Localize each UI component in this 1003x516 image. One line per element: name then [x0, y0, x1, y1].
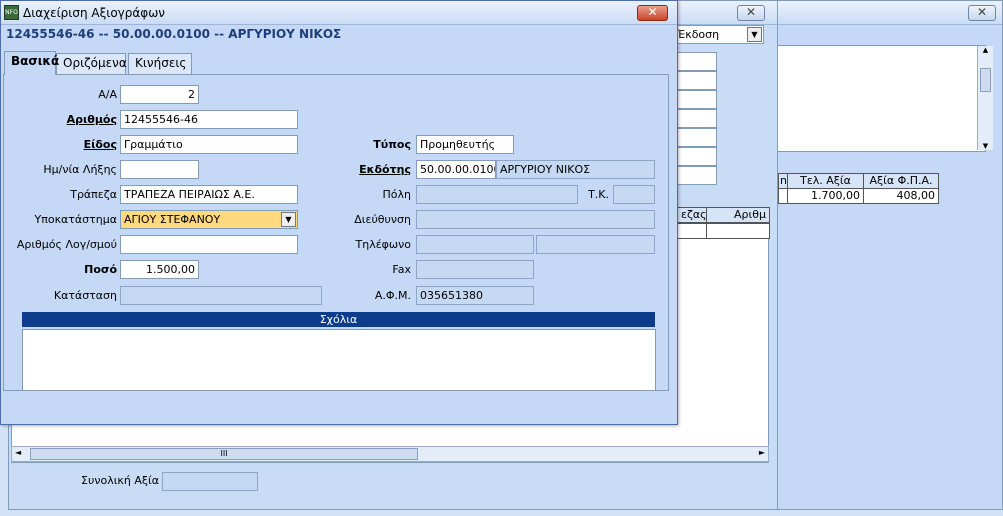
- scroll-thumb[interactable]: [980, 68, 991, 92]
- grid2-cell-2[interactable]: [706, 223, 770, 239]
- address-label: Διεύθυνση: [354, 213, 411, 226]
- branch-select-value: ΑΓΙΟΥ ΣΤΕΦΑΝΟΥ: [124, 213, 221, 226]
- background-field-5[interactable]: [673, 128, 717, 147]
- due-date-label: Ημ/νία Λήξης: [43, 163, 117, 176]
- background-field-3[interactable]: [673, 90, 717, 109]
- zip-label: Τ.Κ.: [588, 188, 609, 201]
- grid2-header-2[interactable]: Αριθμ: [706, 207, 770, 223]
- issuer-name-field[interactable]: ΑΡΓΥΡΙΟΥ ΝΙΚΟΣ: [496, 160, 655, 179]
- grid1-cell-3[interactable]: 408,00: [863, 188, 939, 204]
- close-button[interactable]: ✕: [637, 5, 668, 21]
- background-select-value: Έκδοση: [677, 28, 720, 41]
- city-field[interactable]: [416, 185, 578, 204]
- scroll-right-icon[interactable]: ►: [759, 448, 765, 457]
- record-header: 12455546-46 -- 50.00.00.0100 -- ΑΡΓΥΡΙΟΥ…: [6, 27, 342, 41]
- branch-label: Υποκατάστημα: [34, 213, 118, 226]
- background-hscroll[interactable]: ◄ III ►: [11, 446, 769, 462]
- background-right-close-button[interactable]: ✕: [968, 5, 996, 21]
- scroll-up-icon[interactable]: ▲: [978, 46, 993, 54]
- kind-label: Είδος: [83, 138, 117, 151]
- dialog-title: Διαχείριση Αξιογράφων: [23, 6, 165, 20]
- background-field-6[interactable]: [673, 147, 717, 166]
- grid1-cell-2[interactable]: 1.700,00: [787, 188, 864, 204]
- fax-field[interactable]: [416, 260, 534, 279]
- dialog-titlebar[interactable]: NFO Διαχείριση Αξιογράφων ✕: [1, 1, 677, 25]
- background-right-titlebar: [761, 1, 1002, 25]
- zip-field[interactable]: [613, 185, 655, 204]
- phone-label: Τηλέφωνο: [355, 238, 412, 251]
- tab-movements[interactable]: Κινήσεις: [128, 53, 192, 74]
- background-field-2[interactable]: [673, 71, 717, 90]
- grid1-header-3[interactable]: Αξία Φ.Π.Α.: [863, 173, 939, 189]
- due-date-field[interactable]: [120, 160, 199, 179]
- grid1-header-2[interactable]: Τελ. Αξία: [787, 173, 864, 189]
- background-field-1[interactable]: [673, 52, 717, 71]
- number-field[interactable]: 12455546-46: [120, 110, 298, 129]
- bank-field[interactable]: ΤΡΑΠΕΖΑ ΠΕΙΡΑΙΩΣ Α.Ε.: [120, 185, 298, 204]
- background-right-vscroll[interactable]: ▲ ▼: [977, 46, 993, 150]
- grid2-header-1[interactable]: εζας: [677, 207, 707, 223]
- account-label: Αριθμός Λογ/σμού: [16, 238, 117, 251]
- issuer-label: Εκδότης: [359, 163, 411, 176]
- branch-select[interactable]: ΑΓΙΟΥ ΣΤΕΦΑΝΟΥ ▼: [120, 210, 298, 229]
- number-label: Αριθμός: [66, 113, 117, 126]
- comments-textarea[interactable]: [22, 329, 656, 391]
- issuer-code-field[interactable]: 50.00.00.0100: [416, 160, 496, 179]
- type-field[interactable]: Προμηθευτής: [416, 135, 514, 154]
- securities-dialog: NFO Διαχείριση Αξιογράφων ✕ 12455546-46 …: [0, 0, 678, 425]
- total-value-label: Συνολική Αξία: [81, 474, 160, 487]
- background-right-list: [773, 45, 986, 152]
- type-label: Τύπος: [373, 138, 411, 151]
- background-window-right: ✕ ▲ ▼: [760, 0, 1003, 510]
- afm-label: Α.Φ.Μ.: [374, 289, 411, 302]
- scroll-left-icon[interactable]: ◄: [15, 448, 21, 457]
- status-label: Κατάσταση: [53, 289, 117, 302]
- bank-label: Τράπεζα: [70, 188, 117, 201]
- background-field-7[interactable]: [673, 166, 717, 185]
- aa-field[interactable]: 2: [120, 85, 199, 104]
- kind-field[interactable]: Γραμμάτιο: [120, 135, 298, 154]
- status-field[interactable]: [120, 286, 322, 305]
- background-middle-close-button[interactable]: ✕: [737, 5, 765, 21]
- account-field[interactable]: [120, 235, 298, 254]
- city-label: Πόλη: [382, 188, 411, 201]
- chevron-down-icon[interactable]: ▼: [747, 27, 762, 42]
- background-select[interactable]: Έκδοση ▼: [673, 25, 764, 44]
- tab-basic[interactable]: Βασικά: [4, 51, 59, 75]
- phone-field[interactable]: [416, 235, 534, 254]
- grid2-cell-1[interactable]: [677, 223, 707, 239]
- total-value-field[interactable]: [162, 472, 258, 491]
- scroll-grip-icon: III: [220, 449, 228, 458]
- app-logo-icon: NFO: [4, 5, 19, 20]
- scroll-down-icon[interactable]: ▼: [978, 142, 993, 150]
- phone2-field[interactable]: [536, 235, 655, 254]
- amount-field[interactable]: 1.500,00: [120, 260, 199, 279]
- tab-custom[interactable]: Οριζόμενα: [56, 53, 127, 74]
- chevron-down-icon[interactable]: ▼: [281, 212, 296, 227]
- afm-field[interactable]: 035651380: [416, 286, 534, 305]
- comments-section-bar: Σχόλια: [22, 312, 655, 327]
- fax-label: Fax: [392, 263, 411, 276]
- background-field-4[interactable]: [673, 109, 717, 128]
- address-field[interactable]: [416, 210, 655, 229]
- amount-label: Ποσό: [84, 263, 117, 276]
- hscroll-thumb[interactable]: III: [30, 448, 418, 460]
- aa-label: Α/Α: [98, 88, 117, 101]
